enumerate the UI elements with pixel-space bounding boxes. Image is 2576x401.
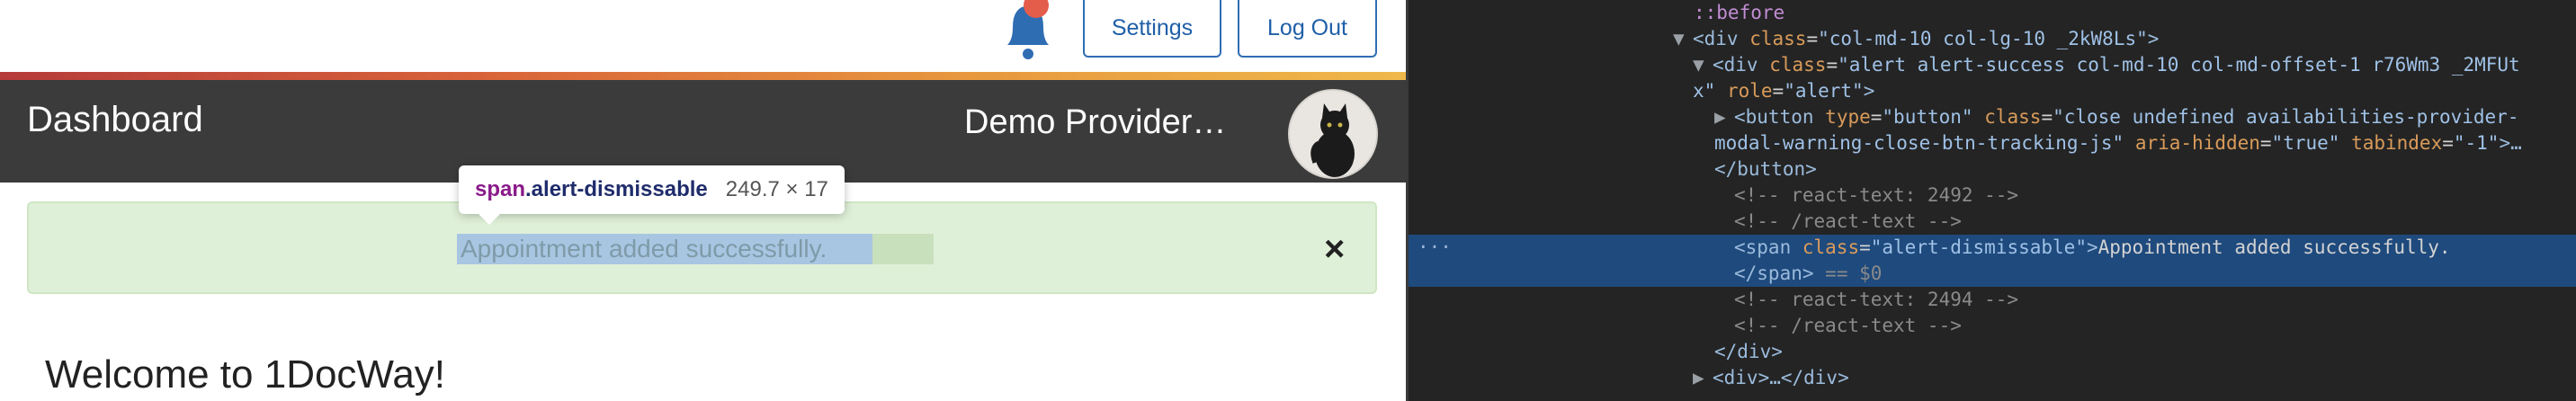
dom-node-comment[interactable]: <!-- react-text: 2492 --> <box>1409 183 2576 209</box>
dom-attr-name: class <box>1749 28 1807 49</box>
success-alert: Appointment added successfully. × <box>27 201 1377 294</box>
dom-node-comment[interactable]: <!-- /react-text --> <box>1409 313 2576 339</box>
expand-triangle-icon[interactable]: ▼ <box>1673 26 1693 52</box>
tooltip-class: .alert-dismissable <box>525 177 708 201</box>
dom-attr-name: class <box>1769 54 1827 76</box>
dom-attr-value: "col-md-10 col-lg-10 _2kW8Ls" <box>1818 28 2148 49</box>
dom-attr-value: "alert-dismissable" <box>1870 236 2087 258</box>
tooltip-tag: span <box>475 177 526 201</box>
dom-node-button[interactable]: ▶ <button type="button" class="close unde… <box>1409 104 2576 130</box>
dom-node-comment[interactable]: <!-- /react-text --> <box>1409 209 2576 235</box>
top-bar: Settings Log Out <box>0 0 1406 72</box>
dom-attr-name: role <box>1726 80 1773 102</box>
dom-attr-name: class <box>1802 236 1860 258</box>
dom-attr-name: type <box>1825 106 1871 128</box>
dom-node-comment[interactable]: <!-- react-text: 2494 --> <box>1409 287 2576 313</box>
dom-comment: <!-- /react-text --> <box>1734 315 1962 336</box>
dom-ref: == $0 <box>1825 263 1883 284</box>
page-title: Welcome to 1DocWay! <box>45 352 446 397</box>
dom-attr-value: "true" <box>2271 132 2340 154</box>
more-options-icon[interactable]: ··· <box>1418 235 1452 261</box>
dom-node-alert-div[interactable]: ▼ <div class="alert alert-success col-md-… <box>1409 52 2576 78</box>
avatar[interactable] <box>1288 89 1378 179</box>
dom-attr-value: x" <box>1693 80 1716 102</box>
dom-text: Appointment added successfully. <box>2097 236 2451 258</box>
dom-attr-value: modal-warning-close-btn-tracking-js" <box>1714 132 2124 154</box>
dom-attr-name: aria-hidden <box>2134 132 2260 154</box>
settings-button[interactable]: Settings <box>1083 0 1221 58</box>
inspector-tooltip: span .alert-dismissable 249.7 × 17 <box>459 165 845 225</box>
dom-node-col-div[interactable]: ▼ <div class="col-md-10 col-lg-10 _2kW8Ls… <box>1409 26 2576 52</box>
collapse-triangle-icon[interactable]: ▶ <box>1693 365 1713 391</box>
alert-message: Appointment added successfully. <box>461 235 827 263</box>
tooltip-size: 249.7 × 17 <box>725 177 828 201</box>
dom-attr-value: "button" <box>1882 106 1973 128</box>
dom-attr-value: "alert alert-success col-md-10 col-md-of… <box>1838 54 2520 76</box>
dom-attr-name: class <box>1984 106 2042 128</box>
close-icon[interactable]: × <box>1324 227 1345 272</box>
user-name[interactable]: Demo Provider… <box>964 103 1226 142</box>
dashboard-link[interactable]: Dashboard <box>27 100 203 140</box>
dom-tag: <div <box>1693 28 1739 49</box>
pseudo-before: ::before <box>1694 2 1785 23</box>
dom-comment: <!-- /react-text --> <box>1734 210 1962 232</box>
collapse-triangle-icon[interactable]: ▶ <box>1714 104 1734 130</box>
brand-stripe <box>0 72 1406 80</box>
devtools-elements-panel: ::before ▼ <div class="col-md-10 col-lg-1… <box>1406 0 2576 401</box>
logout-button[interactable]: Log Out <box>1238 0 1377 58</box>
dom-node-collapsed-div[interactable]: ▶ <div>…</div> <box>1409 365 2576 391</box>
expand-triangle-icon[interactable]: ▼ <box>1693 52 1713 78</box>
dom-node-span-close[interactable]: </span> == $0 <box>1409 261 2576 287</box>
dom-attr-value: "close undefined availabilities-provider… <box>2053 106 2519 128</box>
dom-node-div-close[interactable]: </div> <box>1409 339 2576 365</box>
dom-node-alert-div-cont[interactable]: x" role="alert"> <box>1409 78 2576 104</box>
dom-attr-value: "alert" <box>1784 80 1864 102</box>
dom-node-before[interactable]: ::before <box>1409 0 2576 26</box>
dom-comment: <!-- react-text: 2494 --> <box>1734 289 2019 310</box>
dom-node-span-selected[interactable]: ··· <span class="alert-dismissable">Appo… <box>1409 235 2576 261</box>
dom-comment: <!-- react-text: 2492 --> <box>1734 184 2019 206</box>
dom-attr-value: "-1" <box>2453 132 2500 154</box>
app-pane: Settings Log Out Dashboard Demo Provider… <box>0 0 1406 401</box>
dom-attr-name: tabindex <box>2351 132 2443 154</box>
dom-node-button-cont[interactable]: modal-warning-close-btn-tracking-js" ari… <box>1409 130 2576 156</box>
bell-icon[interactable] <box>997 0 1060 65</box>
dom-node-button-close[interactable]: </button> <box>1409 156 2576 183</box>
